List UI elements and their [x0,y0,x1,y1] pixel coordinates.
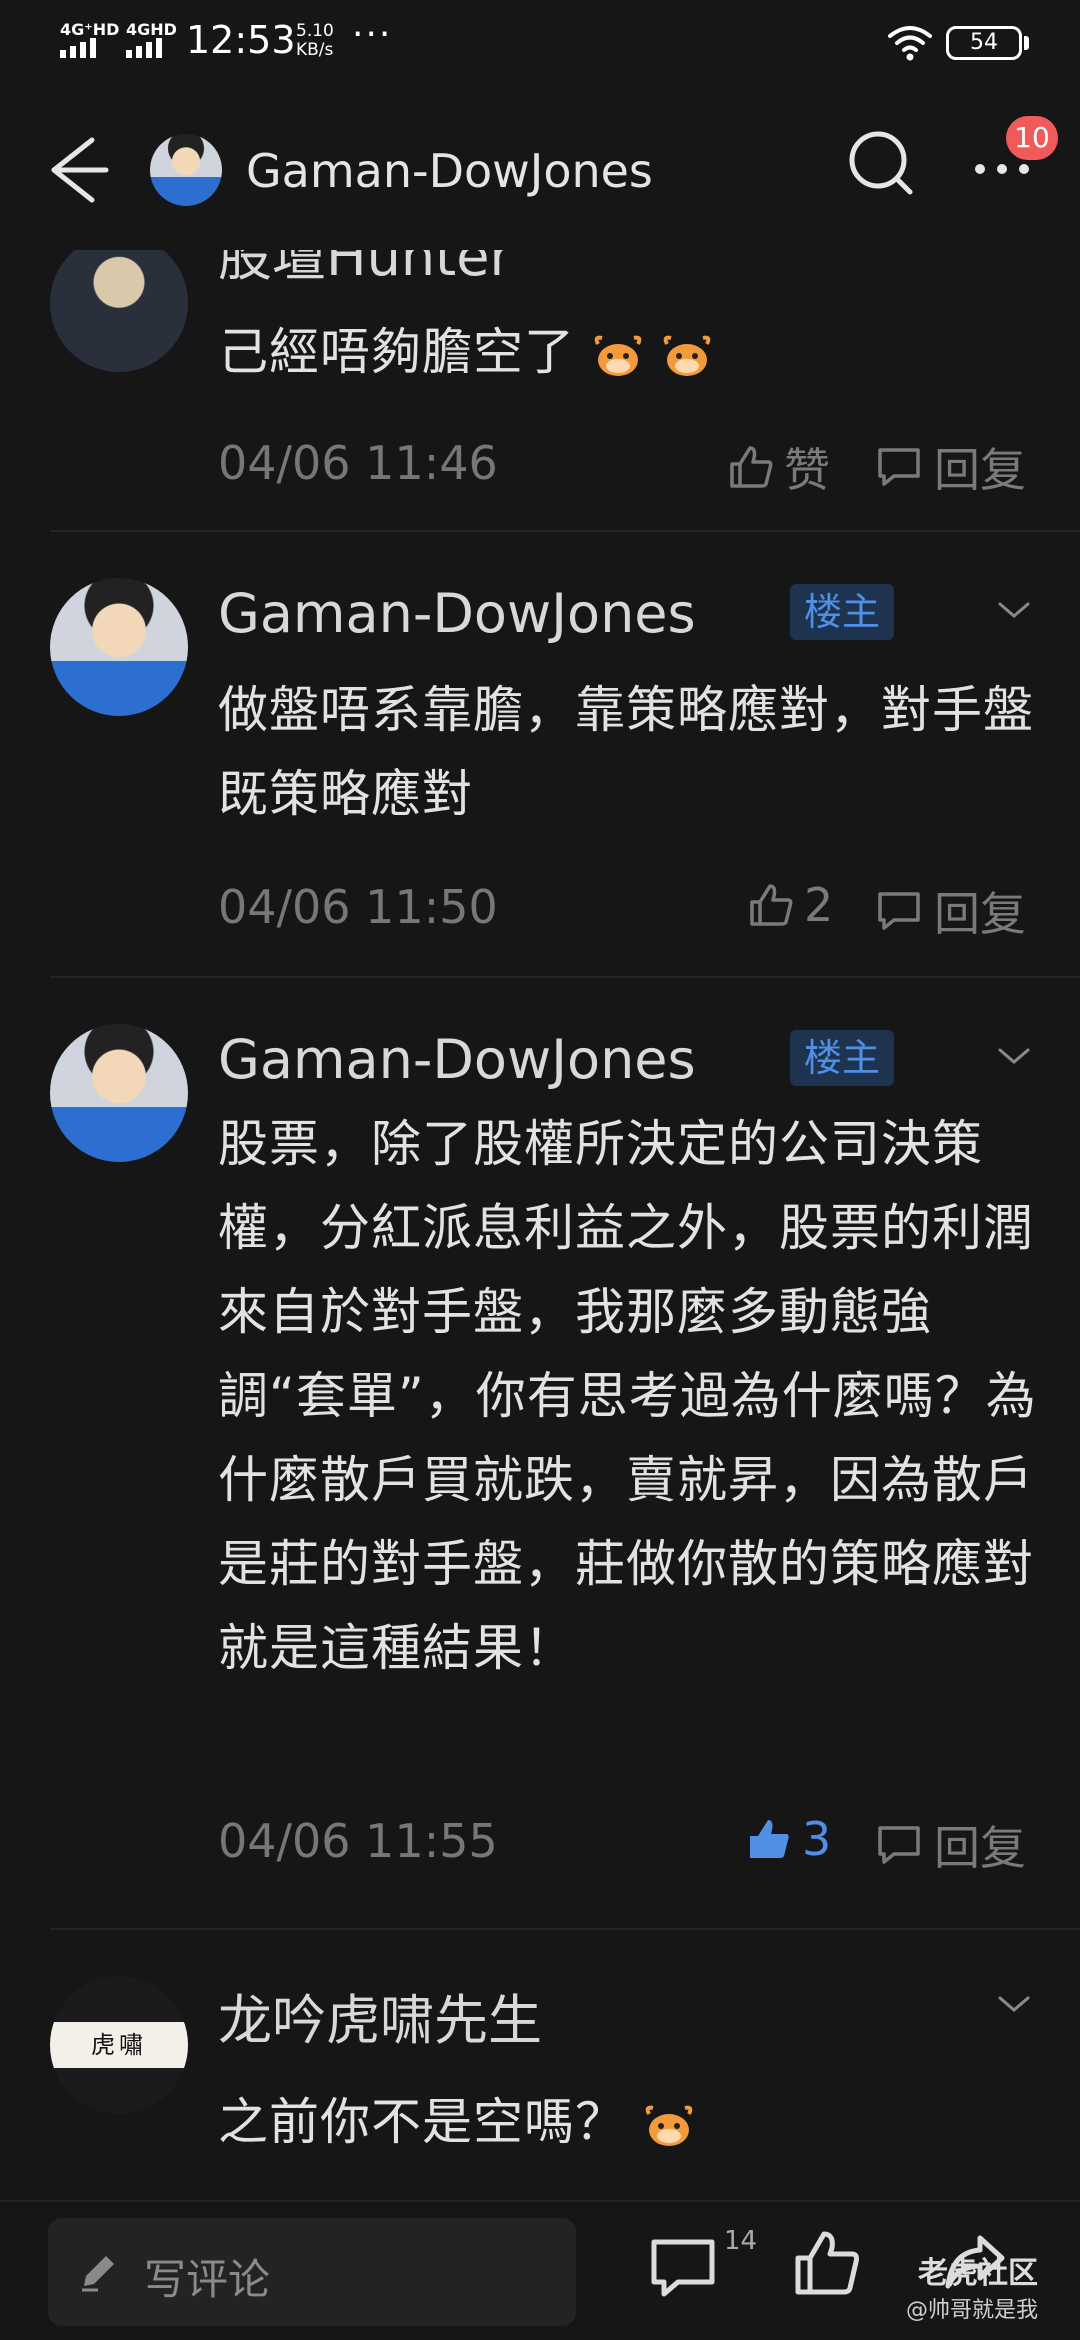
comment-input[interactable]: 写评论 [48,2218,576,2326]
thumbs-up-icon [730,446,773,488]
pencil-icon [82,2256,114,2292]
status-bar: 4G⁺HD 4GHD 12:53 5.10 KB/s ··· 54 [0,0,1080,90]
bottom-bar: 写评论 14 老虎社区 @帅哥就是我 [0,2200,1080,2340]
more-icon[interactable] [972,162,1032,176]
thumbs-up-icon [750,884,793,926]
comment-count: 14 [724,2226,758,2256]
chevron-down-icon[interactable] [996,1994,1032,2014]
battery-tip [1024,36,1029,50]
notification-badge: 10 [1006,116,1058,160]
comment-author[interactable]: 龙吟虎啸先生 [218,1976,542,2055]
clock: 12:53 [186,18,296,62]
bull-emoji-icon [645,2105,693,2146]
bull-emoji-icon [663,335,711,376]
comment-time: 04/06 11:55 [218,1814,498,1868]
comments-icon[interactable] [648,2232,718,2302]
comment-author[interactable]: 股壇Hunter [218,250,512,291]
header-avatar[interactable] [150,134,222,206]
comment-text: 股票，除了股權所決定的公司決策權，分紅派息利益之外，股票的利潤來自於對手盤，我那… [218,1115,1037,1677]
comment-item: 股壇Hunter 己經唔夠膽空了 04/06 11:46 赞 回复 [0,250,1080,530]
like-post-icon[interactable] [792,2228,862,2298]
thumbs-up-filled-icon [750,1820,789,1858]
comment-time: 04/06 11:46 [218,436,498,490]
reply-icon [878,892,920,930]
network-indicator-1: 4G⁺HD [60,20,120,39]
bull-emoji-icon [594,335,642,376]
like-button-active[interactable]: 3 [746,1812,831,1866]
back-arrow-icon[interactable] [40,130,110,210]
reply-icon [878,1826,920,1864]
wifi-icon [888,26,932,61]
reply-button[interactable]: 回复 [876,1812,1026,1878]
comment-input-placeholder: 写评论 [144,2255,271,2304]
watermark: 老虎社区 @帅哥就是我 [906,2256,1039,2323]
op-badge: 楼主 [790,1030,895,1086]
reply-button[interactable]: 回复 [876,434,1026,500]
battery-icon: 54 [946,26,1022,60]
comment-text: 之前你不是空嗎？ [218,2080,1038,2164]
search-icon[interactable] [846,128,916,198]
avatar-calligraphy: 虎嘯 [50,2022,188,2068]
page-title[interactable]: Gaman-DowJones [246,144,653,198]
signal-icon-2 [126,38,162,58]
commenter-avatar[interactable] [50,1024,188,1162]
comment-author[interactable]: Gaman-DowJones [218,582,696,645]
network-indicator-2: 4GHD [126,20,177,39]
comment-text: 己經唔夠膽空了 [218,310,1038,394]
commenter-avatar[interactable] [50,250,188,372]
comment-author[interactable]: Gaman-DowJones [218,1028,696,1091]
chevron-down-icon[interactable] [996,600,1032,620]
commenter-avatar[interactable]: 虎嘯 [50,1976,188,2114]
chevron-down-icon[interactable] [996,1046,1032,1066]
reply-button[interactable]: 回复 [876,878,1026,944]
comment-item: Gaman-DowJones 楼主 做盤唔系靠膽，靠策略應對，對手盤既策略應對 … [0,532,1080,976]
signal-icon-1 [60,38,96,58]
op-badge: 楼主 [790,584,895,640]
comment-time: 04/06 11:50 [218,880,498,934]
like-button[interactable]: 赞 [728,434,830,500]
reply-icon [878,448,920,486]
more-status-dots: ··· [352,14,393,55]
like-button[interactable]: 2 [748,878,833,932]
commenter-avatar[interactable] [50,578,188,716]
network-speed: 5.10 KB/s [296,21,334,60]
comment-item: Gaman-DowJones 楼主 股票，除了股權所決定的公司決策權，分紅派息利… [0,978,1080,1928]
comment-item: 虎嘯 龙吟虎啸先生 之前你不是空嗎？ [0,1930,1080,2200]
top-nav: Gaman-DowJones 10 [0,100,1080,250]
comment-text: 做盤唔系靠膽，靠策略應對，對手盤既策略應對 [218,681,1034,823]
